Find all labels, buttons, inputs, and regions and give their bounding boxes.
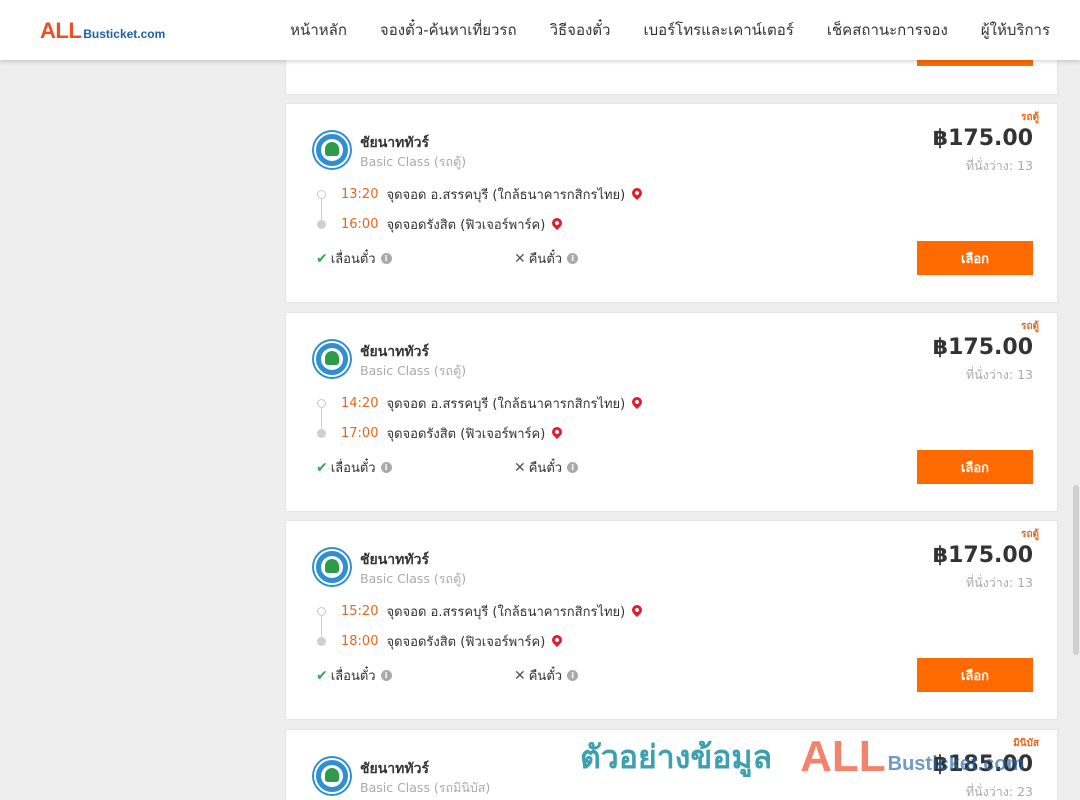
service-class: Basic Class (รถตู้) <box>360 571 467 586</box>
operator-name: ชัยนาททัวร์ <box>360 761 429 777</box>
info-icon[interactable]: i <box>380 670 392 681</box>
cross-icon: ✕ <box>514 250 526 267</box>
trip-card: รถตู้ ชัยนาททัวร์ Basic Class (รถตู้) ฿1… <box>285 520 1058 720</box>
departure-stop: 13:20 จุดจอด อ.สรรคบุรี (ใกล้ธนาคารกสิกร… <box>341 184 645 205</box>
vehicle-type-tag: รถตู้ <box>1021 112 1039 123</box>
info-icon[interactable]: i <box>380 462 392 473</box>
site-logo[interactable]: ALL Busticket.com <box>40 18 165 44</box>
departure-dot-icon <box>317 399 326 408</box>
departure-dot-icon <box>317 607 326 616</box>
arrival-time: 18:00 <box>341 634 379 649</box>
refund-ticket-policy: ✕ คืนตั๋ว i <box>514 457 579 478</box>
nav-home[interactable]: หน้าหลัก <box>290 18 347 42</box>
select-trip-button[interactable]: เลือก <box>917 241 1033 275</box>
change-ticket-policy: ✔ เลื่อนตั๋ว i <box>316 248 392 269</box>
trip-price: ฿185.00 <box>932 752 1033 777</box>
arrival-stop: 17:00 จุดจอดรังสิต (ฟิวเจอร์พาร์ค) <box>341 423 565 444</box>
departure-time: 15:20 <box>341 604 379 619</box>
trip-price: ฿175.00 <box>932 126 1033 151</box>
departure-place: จุดจอด อ.สรรคบุรี (ใกล้ธนาคารกสิกรไทย) <box>386 397 626 412</box>
nav-phone-counters[interactable]: เบอร์โทรและเคาน์เตอร์ <box>643 18 793 42</box>
operator-logo <box>314 549 350 585</box>
check-icon: ✔ <box>316 250 328 267</box>
nav-how-to-book[interactable]: วิธีจองตั๋ว <box>550 18 611 42</box>
vehicle-type-tag: รถตู้ <box>1021 529 1039 540</box>
seats-available: ที่นั่งว่าง: 13 <box>965 367 1033 382</box>
logo-all-text: ALL <box>40 18 82 43</box>
departure-time: 14:20 <box>341 396 379 411</box>
arrival-dot-icon <box>317 220 326 229</box>
seats-available: ที่นั่งว่าง: 23 <box>965 784 1033 799</box>
info-icon[interactable]: i <box>380 253 392 264</box>
map-pin-icon[interactable] <box>630 602 645 617</box>
arrival-time: 16:00 <box>341 217 379 232</box>
info-icon[interactable]: i <box>567 462 579 473</box>
arrival-place: จุดจอดรังสิต (ฟิวเจอร์พาร์ค) <box>386 427 546 442</box>
logo-busticket-text: Busticket.com <box>83 27 166 41</box>
refund-ticket-policy: ✕ คืนตั๋ว i <box>514 665 579 686</box>
arrival-stop: 16:00 จุดจอดรังสิต (ฟิวเจอร์พาร์ค) <box>341 214 565 235</box>
departure-time: 13:20 <box>341 187 379 202</box>
vehicle-type-tag: มินิบัส <box>1013 738 1039 749</box>
arrival-stop: 18:00 จุดจอดรังสิต (ฟิวเจอร์พาร์ค) <box>341 631 565 652</box>
service-class: Basic Class (รถตู้) <box>360 154 467 169</box>
departure-place: จุดจอด อ.สรรคบุรี (ใกล้ธนาคารกสิกรไทย) <box>386 188 626 203</box>
change-ticket-policy: ✔ เลื่อนตั๋ว i <box>316 665 392 686</box>
map-pin-icon[interactable] <box>630 185 645 200</box>
change-ticket-label: เลื่อนตั๋ว <box>330 252 376 267</box>
refund-ticket-policy: ✕ คืนตั๋ว i <box>514 248 579 269</box>
refund-ticket-label: คืนตั๋ว <box>528 669 563 684</box>
nav-check-booking[interactable]: เช็คสถานะการจอง <box>827 18 948 42</box>
departure-place: จุดจอด อ.สรรคบุรี (ใกล้ธนาคารกสิกรไทย) <box>386 605 626 620</box>
operator-logo <box>314 132 350 168</box>
trip-card: รถตู้ ชัยนาททัวร์ Basic Class (รถตู้) ฿1… <box>285 103 1058 303</box>
refund-ticket-label: คืนตั๋ว <box>528 461 563 476</box>
change-ticket-label: เลื่อนตั๋ว <box>330 669 376 684</box>
page-scrollbar[interactable] <box>1072 0 1080 800</box>
map-pin-icon[interactable] <box>550 632 565 647</box>
select-trip-button[interactable]: เลือก <box>917 658 1033 692</box>
departure-dot-icon <box>317 190 326 199</box>
change-ticket-policy: ✔ เลื่อนตั๋ว i <box>316 457 392 478</box>
departure-stop: 15:20 จุดจอด อ.สรรคบุรี (ใกล้ธนาคารกสิกร… <box>341 601 645 622</box>
service-class: Basic Class (รถมินิบัส) <box>360 780 491 795</box>
seats-available: ที่นั่งว่าง: 13 <box>965 575 1033 590</box>
arrival-place: จุดจอดรังสิต (ฟิวเจอร์พาร์ค) <box>386 218 546 233</box>
map-pin-icon[interactable] <box>550 424 565 439</box>
cross-icon: ✕ <box>514 459 526 476</box>
scrollbar-thumb[interactable] <box>1073 485 1079 655</box>
nav-book-search[interactable]: จองตั๋ว-ค้นหาเที่ยวรถ <box>380 18 517 42</box>
check-icon: ✔ <box>316 459 328 476</box>
operator-name: ชัยนาททัวร์ <box>360 552 429 568</box>
refund-ticket-label: คืนตั๋ว <box>528 252 563 267</box>
trip-card: มินิบัส ชัยนาททัวร์ Basic Class (รถมินิบ… <box>285 729 1058 800</box>
map-pin-icon[interactable] <box>630 394 645 409</box>
main-nav: หน้าหลัก จองตั๋ว-ค้นหาเที่ยวรถ วิธีจองตั… <box>257 0 1050 60</box>
arrival-place: จุดจอดรังสิต (ฟิวเจอร์พาร์ค) <box>386 635 546 650</box>
seats-available: ที่นั่งว่าง: 13 <box>965 158 1033 173</box>
trip-card: รถตู้ ชัยนาททัวร์ Basic Class (รถตู้) ฿1… <box>285 312 1058 512</box>
service-class: Basic Class (รถตู้) <box>360 363 467 378</box>
select-trip-button[interactable]: เลือก <box>917 450 1033 484</box>
nav-operators[interactable]: ผู้ให้บริการ <box>981 18 1050 42</box>
operator-name: ชัยนาททัวร์ <box>360 135 429 151</box>
departure-stop: 14:20 จุดจอด อ.สรรคบุรี (ใกล้ธนาคารกสิกร… <box>341 393 645 414</box>
site-header: ALL Busticket.com หน้าหลัก จองตั๋ว-ค้นหา… <box>0 0 1080 60</box>
arrival-dot-icon <box>317 637 326 646</box>
map-pin-icon[interactable] <box>550 215 565 230</box>
info-icon[interactable]: i <box>567 253 579 264</box>
arrival-dot-icon <box>317 429 326 438</box>
cross-icon: ✕ <box>514 667 526 684</box>
check-icon: ✔ <box>316 667 328 684</box>
vehicle-type-tag: รถตู้ <box>1021 321 1039 332</box>
trip-price: ฿175.00 <box>932 543 1033 568</box>
operator-name: ชัยนาททัวร์ <box>360 344 429 360</box>
operator-logo <box>314 758 350 794</box>
info-icon[interactable]: i <box>567 670 579 681</box>
change-ticket-label: เลื่อนตั๋ว <box>330 461 376 476</box>
arrival-time: 17:00 <box>341 426 379 441</box>
trip-price: ฿175.00 <box>932 335 1033 360</box>
operator-logo <box>314 341 350 377</box>
